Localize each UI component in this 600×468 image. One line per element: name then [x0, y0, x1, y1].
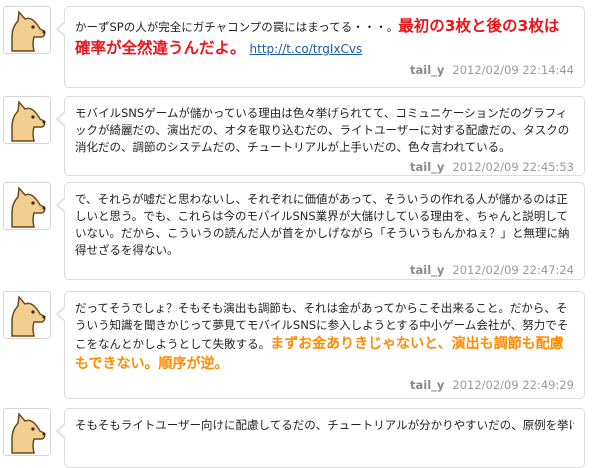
tweet-bubble: そもそもライトユーザー向けに配慮してるだの、チュートリアルが分かりやすいだの、原… — [56, 408, 585, 468]
tweet-username[interactable]: tail_y — [410, 263, 444, 277]
tweet-text-body: かーずSPの人が完全にガチャコンプの罠にはまってる・・・。 — [75, 20, 399, 34]
avatar[interactable] — [3, 6, 51, 54]
tweet-meta: tail_y 2012/02/09 22:14:44 — [75, 63, 574, 77]
tweet-text: で、それらが嘘だと思わないし、それぞれに価値があって、そういうの作れる人が儲かる… — [75, 191, 574, 259]
tweet-text: モバイルSNSゲームが儲かっている理由は色々挙げられてて、コミュニケーションだの… — [75, 105, 574, 156]
tweet-bubble: モバイルSNSゲームが儲かっている理由は色々挙げられてて、コミュニケーションだの… — [56, 96, 585, 176]
tweet-timestamp[interactable]: 2012/02/09 22:47:24 — [452, 263, 574, 277]
tweet-link[interactable]: http://t.co/trgIxCvs — [250, 42, 363, 56]
tweet-text: そもそもライトユーザー向けに配慮してるだの、チュートリアルが分かりやすいだの、原… — [75, 417, 574, 434]
tweet-feed: かーずSPの人が完全にガチャコンプの罠にはまってる・・・。最初の3枚と後の3枚は… — [0, 0, 600, 468]
dog-avatar-icon — [11, 186, 46, 228]
tweet-username[interactable]: tail_y — [410, 160, 444, 174]
tweet-text-body: そもそもライトユーザー向けに配慮してるだの、チュートリアルが分かりやすいだの、原… — [75, 418, 574, 432]
avatar[interactable] — [3, 182, 51, 230]
tweet-username[interactable]: tail_y — [410, 378, 444, 392]
avatar[interactable] — [3, 291, 51, 339]
tweet-username[interactable]: tail_y — [410, 63, 444, 77]
tweet-bubble: かーずSPの人が完全にガチャコンプの罠にはまってる・・・。最初の3枚と後の3枚は… — [56, 6, 585, 88]
tweet-bubble: だってそうでしょ？そもそも演出も調節も、それは金があってからこそ出来ること。だか… — [56, 291, 585, 399]
tweet-meta: tail_y 2012/02/09 22:47:24 — [75, 263, 574, 277]
tweet-meta: tail_y 2012/02/09 22:49:29 — [75, 378, 574, 392]
dog-avatar-icon — [11, 412, 46, 454]
dog-avatar-icon — [11, 10, 46, 52]
avatar[interactable] — [3, 96, 51, 144]
tweet-meta: tail_y 2012/02/09 22:45:53 — [75, 160, 574, 174]
tweet-timestamp[interactable]: 2012/02/09 22:14:44 — [452, 63, 574, 77]
tweet-text-body: で、それらが嘘だと思わないし、それぞれに価値があって、そういうの作れる人が儲かる… — [75, 192, 570, 257]
tweet-text: かーずSPの人が完全にガチャコンプの罠にはまってる・・・。最初の3枚と後の3枚は… — [75, 15, 574, 59]
avatar[interactable] — [3, 408, 51, 456]
tweet-timestamp[interactable]: 2012/02/09 22:45:53 — [452, 160, 574, 174]
tweet-text-body: モバイルSNSゲームが儲かっている理由は色々挙げられてて、コミュニケーションだの… — [75, 106, 570, 154]
dog-avatar-icon — [11, 100, 46, 142]
tweet-text: だってそうでしょ？そもそも演出も調節も、それは金があってからこそ出来ること。だか… — [75, 300, 574, 374]
tweet-bubble: で、それらが嘘だと思わないし、それぞれに価値があって、そういうの作れる人が儲かる… — [56, 182, 585, 280]
tweet-timestamp[interactable]: 2012/02/09 22:49:29 — [452, 378, 574, 392]
dog-avatar-icon — [11, 295, 46, 337]
